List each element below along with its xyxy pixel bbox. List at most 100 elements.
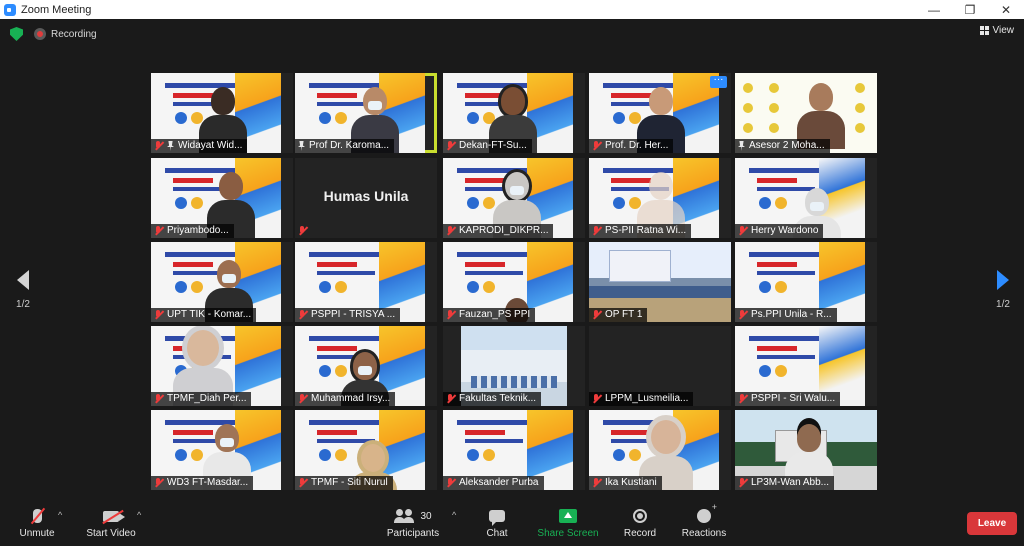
restore-button[interactable]: ❐: [952, 0, 988, 19]
minimize-button[interactable]: —: [916, 0, 952, 19]
participant-name: Asesor 2 Moha...: [749, 140, 825, 151]
participant-name: Herry Wardono: [751, 225, 819, 236]
participant-name-tag: Herry Wardono: [735, 224, 824, 238]
leave-button[interactable]: Leave: [967, 512, 1017, 535]
record-button[interactable]: Record: [620, 506, 660, 539]
video-tile[interactable]: LPPM_Lusmeilia...: [589, 326, 731, 406]
microphone-muted-icon: [446, 394, 455, 404]
participant-name: Aleksander Purba: [459, 477, 539, 488]
meeting-controls-toolbar: Unmute ^ Start Video ^ 30 Participants ^…: [0, 500, 1024, 546]
grid-view-icon: [979, 26, 989, 35]
video-tile[interactable]: KAPRODI_DIKPR...: [443, 158, 585, 238]
participant-name-tag: Fauzan_PS PPI: [443, 308, 536, 322]
video-tile[interactable]: UPT TIK - Komar...: [151, 242, 293, 322]
participant-name-tag: PSPPI - TRISYA ...: [295, 308, 401, 322]
chat-button[interactable]: Chat: [480, 506, 514, 539]
participant-name-tag: Prof. Dr. Her...: [589, 139, 674, 153]
previous-page-button[interactable]: 1/2: [13, 270, 33, 310]
video-tile[interactable]: TPMF_Diah Per...: [151, 326, 293, 406]
video-tile[interactable]: Muhammad Irsy...: [295, 326, 437, 406]
microphone-muted-icon: [592, 141, 601, 151]
security-shield-icon[interactable]: [10, 27, 23, 41]
video-off-icon: [103, 510, 125, 522]
participants-options-caret[interactable]: ^: [452, 510, 456, 520]
window-title: Zoom Meeting: [21, 3, 92, 16]
participant-name: PSPPI - TRISYA ...: [311, 309, 396, 320]
share-screen-button[interactable]: Share Screen: [536, 506, 600, 539]
video-tile[interactable]: ··· Prof. Dr. Her...: [589, 73, 731, 153]
start-video-button[interactable]: Start Video: [82, 506, 140, 539]
microphone-muted-icon: [592, 394, 601, 404]
video-tile[interactable]: Aleksander Purba: [443, 410, 585, 490]
reactions-icon: [697, 502, 717, 523]
participant-name: Prof Dr. Karoma...: [309, 140, 390, 151]
participant-name-tag: OP FT 1: [589, 308, 648, 322]
video-tile[interactable]: Fakultas Teknik...: [443, 326, 585, 406]
participant-name: TPMF_Diah Per...: [167, 393, 247, 404]
video-tile[interactable]: Priyambodo...: [151, 158, 293, 238]
participant-name-tag: Ika Kustiani: [589, 476, 662, 490]
reactions-label: Reactions: [681, 528, 727, 539]
video-tile[interactable]: PS-PII Ratna Wi...: [589, 158, 731, 238]
arrow-right-icon: [997, 270, 1009, 290]
video-tile[interactable]: PSPPI - TRISYA ...: [295, 242, 437, 322]
participant-name-tag: Aleksander Purba: [443, 476, 544, 490]
video-tile[interactable]: TPMF - Siti Nurul: [295, 410, 437, 490]
pin-icon: [298, 141, 305, 151]
video-tile[interactable]: PSPPI - Sri Walu...: [735, 326, 877, 406]
microphone-muted-icon: [154, 394, 163, 404]
more-options-button[interactable]: ···: [710, 75, 727, 88]
close-button[interactable]: ✕: [988, 0, 1024, 19]
participant-name: OP FT 1: [605, 309, 643, 320]
participant-display-name: Humas Unila: [323, 188, 409, 204]
video-tile[interactable]: Dekan-FT-Su...: [443, 73, 585, 153]
participant-name-tag: Asesor 2 Moha...: [735, 139, 830, 153]
participant-name-tag: Priyambodo...: [151, 224, 234, 238]
participant-name: Fakultas Teknik...: [459, 393, 537, 404]
video-tile[interactable]: Fauzan_PS PPI: [443, 242, 585, 322]
microphone-muted-icon: [446, 226, 455, 236]
participant-name: UPT TIK - Komar...: [167, 309, 252, 320]
participant-name-tag: WD3 FT-Masdar...: [151, 476, 254, 490]
participant-name: Prof. Dr. Her...: [605, 140, 669, 151]
video-tile[interactable]: WD3 FT-Masdar...: [151, 410, 293, 490]
participants-count: 30: [420, 510, 432, 522]
video-tile-active-speaker[interactable]: Prof Dr. Karoma...: [295, 73, 437, 153]
microphone-muted-icon: [446, 478, 455, 488]
participant-name-tag: TPMF_Diah Per...: [151, 392, 252, 406]
participant-name: Ika Kustiani: [605, 477, 657, 488]
participant-name-tag: Dekan-FT-Su...: [443, 139, 532, 153]
microphone-muted-icon: [298, 226, 307, 236]
reactions-button[interactable]: Reactions: [680, 502, 728, 539]
video-tile[interactable]: Ika Kustiani: [589, 410, 731, 490]
participant-name: Priyambodo...: [167, 225, 229, 236]
video-tile[interactable]: Ps.PPI Unila - R...: [735, 242, 877, 322]
microphone-muted-icon: [298, 394, 307, 404]
video-tile[interactable]: Asesor 2 Moha...: [735, 73, 877, 153]
share-screen-icon: [559, 509, 577, 523]
next-page-button[interactable]: 1/2: [993, 270, 1013, 310]
participants-icon: [394, 509, 414, 523]
start-video-label: Start Video: [86, 528, 136, 539]
participants-label: Participants: [386, 528, 440, 539]
participant-name: KAPRODI_DIKPR...: [459, 225, 549, 236]
audio-options-caret[interactable]: ^: [58, 510, 62, 520]
video-tile[interactable]: OP FT 1: [589, 242, 731, 322]
participant-name-tag: TPMF - Siti Nurul: [295, 476, 393, 490]
video-options-caret[interactable]: ^: [137, 510, 141, 520]
view-button[interactable]: View: [979, 25, 1015, 36]
participant-name: Muhammad Irsy...: [311, 393, 391, 404]
participant-name-tag: LP3M-Wan Abb...: [735, 476, 834, 490]
pin-icon: [738, 141, 745, 151]
microphone-muted-icon: [154, 141, 163, 151]
video-tile[interactable]: Widayat Wid...: [151, 73, 293, 153]
view-label: View: [992, 25, 1015, 36]
participant-name-tag: Widayat Wid...: [151, 139, 248, 153]
video-tile[interactable]: LP3M-Wan Abb...: [735, 410, 877, 490]
video-tile[interactable]: Humas Unila: [295, 158, 437, 238]
unmute-button[interactable]: Unmute: [14, 506, 60, 539]
microphone-muted-icon: [154, 310, 163, 320]
video-tile[interactable]: Herry Wardono: [735, 158, 877, 238]
participants-button[interactable]: 30 Participants: [384, 506, 442, 539]
participant-name-tag: KAPRODI_DIKPR...: [443, 224, 554, 238]
